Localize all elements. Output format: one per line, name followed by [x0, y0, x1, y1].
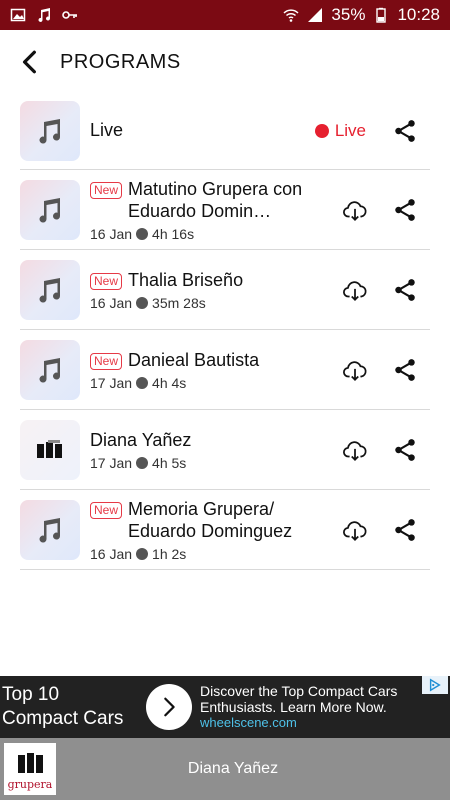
program-row[interactable]: New Memoria Grupera/ Eduardo Dominguez 1…: [20, 490, 430, 570]
program-row[interactable]: New Matutino Grupera con Eduardo Domin… …: [20, 170, 430, 250]
image-icon: [10, 7, 26, 23]
download-button[interactable]: [330, 265, 380, 315]
app-header: PROGRAMS: [0, 30, 450, 94]
cloud-download-icon: [343, 520, 367, 541]
program-thumbnail: [20, 499, 80, 560]
program-date: 16 Jan: [90, 294, 133, 311]
program-date: 16 Jan: [90, 225, 133, 242]
ad-banner[interactable]: Top 10 Compact Cars Discover the Top Com…: [0, 676, 450, 738]
share-button[interactable]: [380, 185, 430, 235]
ad-url: wheelscene.com: [200, 715, 297, 730]
share-icon: [395, 278, 415, 301]
ad-body-line2: Enthusiasts. Learn More Now.: [200, 699, 387, 715]
program-thumbnail: [20, 179, 80, 240]
download-button[interactable]: [330, 345, 380, 395]
new-badge: New: [90, 181, 123, 199]
music-note-icon: [39, 197, 61, 223]
program-date: 17 Jan: [90, 374, 133, 391]
station-logo-icon: [18, 752, 43, 773]
key-icon: [62, 7, 78, 23]
battery-percent: 35%: [331, 5, 366, 24]
program-title: Diana Yañez: [90, 429, 192, 450]
ad-headline-line2: Compact Cars: [2, 708, 124, 729]
live-row[interactable]: Live Live: [20, 92, 430, 170]
separator-dot-icon: [136, 227, 149, 240]
cloud-download-icon: [343, 280, 367, 301]
separator-dot-icon: [136, 547, 149, 560]
music-note-icon: [39, 357, 61, 383]
program-title: Matutino Grupera con Eduardo Domin…: [128, 178, 303, 221]
program-list: Live Live New Matutino Grupera con Eduar…: [20, 92, 430, 570]
back-arrow-icon: [22, 50, 36, 74]
program-row[interactable]: New Danieal Bautista 17 Jan 4h 4s: [20, 330, 430, 410]
cloud-download-icon: [343, 440, 367, 461]
music-note-icon: [39, 118, 61, 144]
program-title: Danieal Bautista: [128, 349, 260, 370]
program-date: 16 Jan: [90, 545, 133, 562]
station-logo-text: grupera: [7, 777, 53, 791]
battery-icon: [373, 7, 389, 23]
live-dot-icon: [314, 123, 329, 138]
program-thumbnail: [20, 259, 80, 320]
share-icon: [395, 438, 415, 461]
now-playing-title: Diana Yañez: [187, 760, 279, 777]
signal-icon: [307, 7, 323, 23]
program-duration: 35m 28s: [152, 294, 206, 311]
cloud-download-icon: [343, 360, 367, 381]
ad-headline-line1: Top 10: [2, 684, 60, 705]
program-title: Live: [90, 120, 124, 140]
share-button[interactable]: [380, 425, 430, 475]
program-duration: 4h 4s: [152, 374, 187, 391]
ad-choices-button[interactable]: [422, 676, 448, 694]
music-note-icon: [39, 277, 61, 303]
page-title: PROGRAMS: [60, 50, 181, 73]
new-badge: New: [90, 352, 123, 370]
separator-dot-icon: [136, 296, 149, 309]
share-icon: [395, 119, 415, 142]
program-row[interactable]: New Thalia Briseño 16 Jan 35m 28s: [20, 250, 430, 330]
program-title: Thalia Briseño: [128, 269, 244, 290]
program-duration: 4h 16s: [152, 225, 195, 242]
program-thumbnail: [20, 419, 80, 480]
separator-dot-icon: [136, 456, 149, 469]
ad-open-button[interactable]: [146, 684, 192, 730]
program-row[interactable]: Diana Yañez 17 Jan 4h 5s: [20, 410, 430, 490]
ad-body-line1: Discover the Top Compact Cars: [200, 683, 398, 699]
music-note-icon: [36, 7, 52, 23]
share-icon: [395, 358, 415, 381]
download-button[interactable]: [330, 505, 380, 555]
separator-dot-icon: [136, 376, 149, 389]
new-badge: New: [90, 272, 123, 290]
share-button[interactable]: [380, 505, 430, 555]
mini-player[interactable]: grupera Diana Yañez: [0, 738, 450, 800]
download-button[interactable]: [330, 185, 380, 235]
program-duration: 1h 2s: [152, 545, 187, 562]
share-icon: [395, 518, 415, 541]
program-thumbnail: [20, 100, 80, 161]
back-button[interactable]: [0, 30, 60, 94]
clock: 10:28: [397, 5, 440, 24]
program-title: Memoria Grupera/ Eduardo Dominguez: [128, 498, 293, 541]
share-button[interactable]: [380, 345, 430, 395]
ad-choices-icon: [429, 678, 441, 692]
program-date: 17 Jan: [90, 454, 133, 471]
live-indicator: Live: [314, 120, 366, 141]
chevron-right-icon: [164, 697, 175, 717]
share-icon: [395, 198, 415, 221]
download-button[interactable]: [330, 425, 380, 475]
music-note-icon: [39, 517, 61, 543]
share-button[interactable]: [380, 265, 430, 315]
program-thumbnail: [20, 339, 80, 400]
new-badge: New: [90, 501, 123, 519]
station-logo-icon: [37, 439, 62, 458]
live-label: Live: [334, 120, 366, 140]
station-logo: grupera: [4, 743, 56, 795]
cloud-download-icon: [343, 200, 367, 221]
status-bar: 35% 10:28: [0, 0, 450, 30]
program-duration: 4h 5s: [152, 454, 187, 471]
share-button[interactable]: [380, 106, 430, 156]
wifi-icon: [283, 7, 299, 23]
